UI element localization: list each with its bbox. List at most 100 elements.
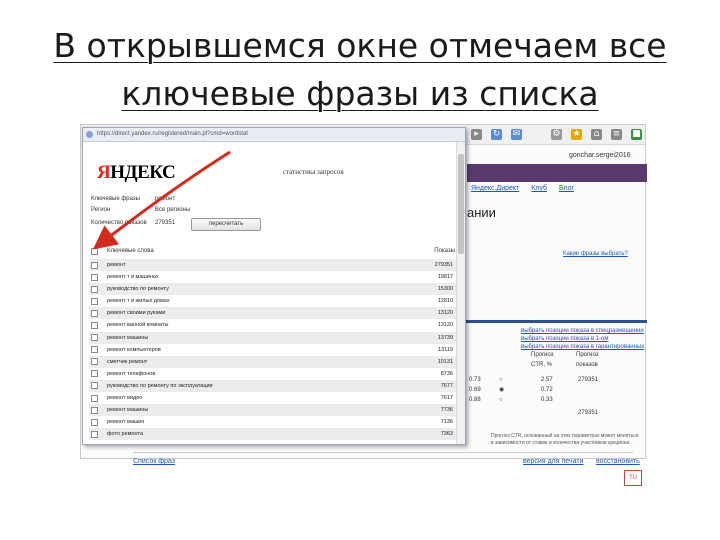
keyword-count: 7363: [440, 431, 453, 438]
extension-icon[interactable]: ▸: [471, 129, 482, 140]
mail-icon[interactable]: ✉: [511, 129, 522, 140]
keyword-row: ремонт машины 7736: [89, 404, 459, 417]
username[interactable]: gonchar.sergei2016: [569, 152, 631, 159]
keyword-checkbox[interactable]: [91, 406, 98, 414]
keyword-phrase: руководство по ремонту: [107, 286, 169, 293]
keyword-checkbox[interactable]: [91, 418, 98, 426]
popup-scrollbar[interactable]: [456, 142, 465, 444]
keyword-checkbox[interactable]: [91, 346, 98, 354]
keyword-count: 7136: [440, 419, 453, 426]
ctr-note: Прогноз CTR, основанный на этих параметр…: [491, 433, 639, 446]
radio-column: ○ ◉ ○: [499, 375, 504, 405]
home-icon[interactable]: ⌂: [591, 129, 602, 140]
scrollbar-thumb[interactable]: [458, 154, 464, 254]
keyword-phrase: ремонт компьютеров: [107, 346, 161, 353]
keyword-count: 7677: [440, 382, 453, 389]
keyword-row: фото ремонта 7363: [89, 428, 459, 441]
keyword-row: ремонт своими руками 13120: [89, 307, 459, 320]
col3-bottom-value: 279351: [578, 410, 599, 416]
keyword-phrase: ремонт ванной комнаты: [107, 322, 169, 329]
radio-icon[interactable]: ○: [499, 375, 504, 385]
keyword-count: 10131: [437, 358, 453, 365]
value-cell: 2.57: [541, 377, 553, 383]
keyword-phrase: ремонт машин: [107, 419, 145, 426]
select-all-checkbox[interactable]: [91, 248, 98, 255]
keyword-checkbox[interactable]: [91, 430, 98, 438]
shows-value: 279351: [155, 220, 176, 226]
keyword-phrase: ремонт машины: [107, 334, 149, 341]
value-cell: 0.73: [469, 377, 481, 383]
purple-header-bar: [467, 164, 647, 182]
region-label: Регион: [91, 207, 111, 213]
keyword-checkbox[interactable]: [91, 370, 98, 378]
keyword-row: ремонт телефонов 8736: [89, 368, 459, 380]
keyword-checkbox[interactable]: [91, 309, 98, 317]
corner-stamp-icon: TU: [624, 470, 642, 486]
star-icon[interactable]: ★: [571, 129, 582, 140]
settings-icon[interactable]: ⚙: [551, 129, 562, 140]
value-cell: 0.33: [541, 397, 553, 403]
logo-letter: Я: [97, 162, 111, 183]
refresh-button[interactable]: пересчитать: [191, 218, 261, 231]
keyword-checkbox[interactable]: [91, 394, 98, 402]
phrases-value[interactable]: ремонт: [155, 196, 175, 202]
lock-icon[interactable]: ■: [631, 129, 642, 140]
nav-link-direct[interactable]: Яндекс.Директ: [471, 185, 519, 192]
keyword-count: 13120: [437, 322, 453, 329]
keyword-row: ремонт 279351: [89, 259, 459, 272]
keyword-phrase: руководство по ремонту по эксплуатации: [107, 382, 213, 389]
wordstat-popup-window: https://direct.yandex.ru/registered/main…: [82, 127, 466, 445]
keyword-count: 8736: [440, 370, 453, 377]
menu-icon[interactable]: ≡: [611, 129, 622, 140]
nav-links: Яндекс.Директ Клуб Блог: [471, 185, 584, 192]
radio-selected-icon[interactable]: ◉: [499, 385, 504, 395]
keyword-row: ремонт компьютеров 13119: [89, 344, 459, 356]
globe-icon: [86, 131, 93, 138]
keyword-count: 13119: [438, 346, 453, 353]
list-header: Ключевые слова Показы: [89, 246, 459, 258]
value-cell: 0.72: [541, 387, 553, 393]
keyword-checkbox[interactable]: [91, 334, 98, 342]
col3-top-value: 279351: [578, 377, 599, 383]
keyword-phrase: фото ремонта: [107, 431, 144, 438]
keyword-checkbox[interactable]: [91, 285, 98, 293]
region-value[interactable]: Все регионы: [155, 207, 190, 213]
which-phrases-link[interactable]: Какие фразы выбрать?: [563, 251, 628, 257]
popup-url: https://direct.yandex.ru/registered/main…: [97, 131, 248, 137]
keyword-phrase: ремонт телефонов: [107, 370, 156, 377]
popup-address-bar[interactable]: https://direct.yandex.ru/registered/main…: [83, 128, 465, 142]
restore-link[interactable]: восстановить: [596, 458, 640, 465]
keyword-row: ремонт машины 13739: [89, 331, 459, 344]
print-version-link[interactable]: версия для печати: [523, 458, 583, 465]
shows-label: Количество показов: [91, 220, 147, 226]
nav-link-blog[interactable]: Блог: [559, 185, 574, 192]
keyword-checkbox[interactable]: [91, 273, 98, 281]
keyword-count: 7617: [440, 395, 453, 402]
refresh-icon[interactable]: ↻: [491, 129, 502, 140]
keyword-checkbox[interactable]: [91, 358, 98, 366]
keyword-checkbox[interactable]: [91, 321, 98, 329]
slide-title-line-2: ключевые фразы из списка: [121, 74, 599, 113]
keyword-row: руководство по ремонту по эксплуатации 76…: [89, 379, 459, 393]
keyword-checkbox[interactable]: [91, 382, 98, 390]
keyword-phrase: сметчик ремонт: [107, 358, 148, 365]
keyword-checkbox[interactable]: [91, 297, 98, 305]
phrase-list-link[interactable]: Список фраз: [133, 458, 175, 465]
position-link-2[interactable]: выбрать позиции показа в 1-ом: [521, 335, 644, 343]
keyword-checkbox[interactable]: [91, 261, 98, 269]
stat-title: статистика запросов: [283, 168, 344, 176]
keyword-phrase: ремонт т в жилых домах: [107, 298, 170, 305]
keyword-row: руководство по ремонту 15300: [89, 283, 459, 296]
nav-link-club[interactable]: Клуб: [531, 185, 547, 192]
keyword-phrase: ремонт своими руками: [107, 310, 166, 317]
heading-fragment: ании: [467, 205, 496, 220]
keyword-row: ремонт видео 7617: [89, 392, 459, 404]
keyword-row: ремонт машин 7136: [89, 416, 459, 428]
ctr-header: Прогноз CTR, %: [531, 352, 554, 368]
slide-title-line-1: В открывшемся окне отмечаем все: [53, 26, 667, 65]
radio-icon[interactable]: ○: [499, 395, 504, 405]
keyword-row: ремонт т в машинах 19817: [89, 271, 459, 283]
value-cell: 0.69: [469, 387, 481, 393]
keyword-count: 13739: [437, 334, 453, 341]
position-link-1[interactable]: выбрать позиции показа в спецразмещении: [521, 327, 644, 335]
